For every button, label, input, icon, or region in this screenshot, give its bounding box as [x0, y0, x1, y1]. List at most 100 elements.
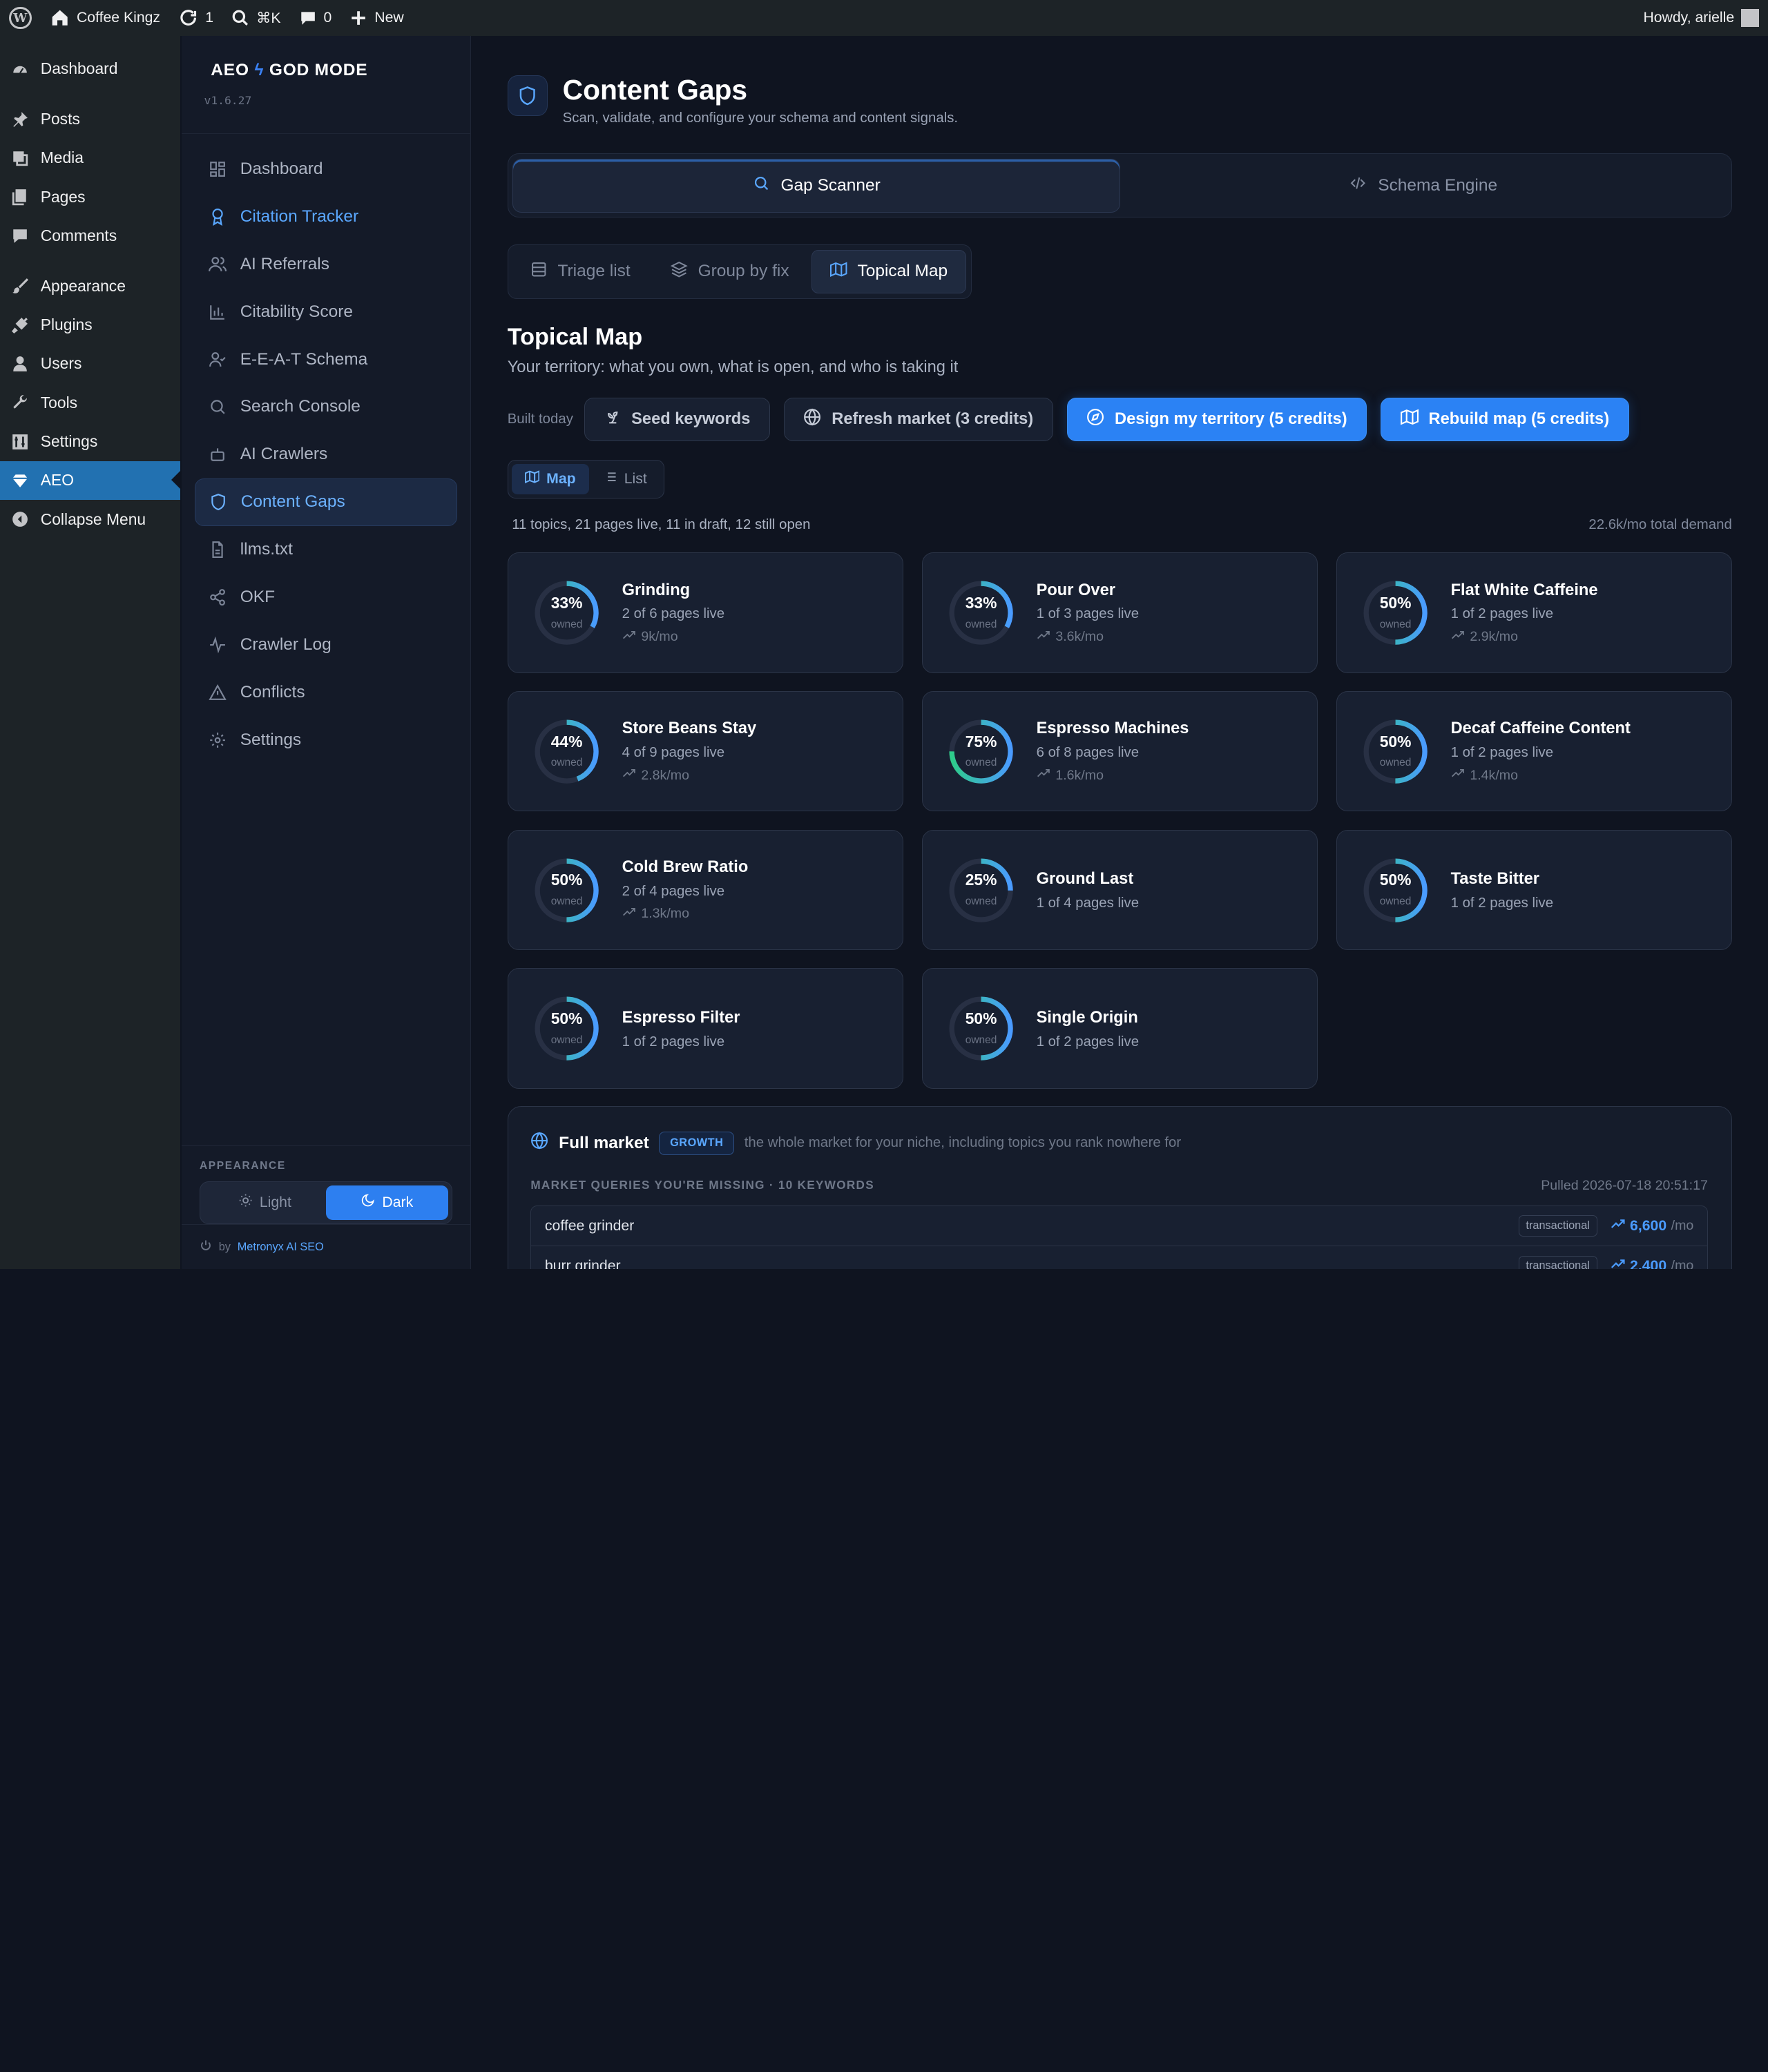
market-query-row[interactable]: burr grinder transactional 2,400 /mo — [530, 1246, 1708, 1270]
sun-icon — [238, 1193, 253, 1212]
comments-menu[interactable]: 0 — [290, 0, 341, 36]
owned-label: owned — [965, 1034, 997, 1047]
subtab-topical-map[interactable]: Topical Map — [811, 249, 967, 294]
trend-up-icon — [1037, 628, 1050, 646]
wp-logo-menu[interactable]: W — [0, 0, 41, 36]
refresh-market-button[interactable]: Refresh market (3 credits) — [783, 397, 1053, 442]
wp-menu-label: Settings — [40, 432, 98, 451]
owned-label: owned — [1379, 895, 1412, 908]
plugin-nav-conflicts[interactable]: Conflicts — [195, 668, 457, 716]
seed-keywords-button[interactable]: Seed keywords — [584, 397, 771, 442]
topic-card[interactable]: 50% owned Single Origin 1 of 2 pages live — [921, 968, 1318, 1090]
wp-menu-users[interactable]: Users — [0, 345, 180, 383]
total-demand: 22.6k/mo total demand — [1588, 517, 1732, 533]
page-title: Content Gaps — [562, 74, 748, 106]
topic-demand-value: 1.3k/mo — [641, 906, 689, 922]
metronyx-link[interactable]: Metronyx AI SEO — [238, 1241, 324, 1254]
wp-menu-media[interactable]: Media — [0, 139, 180, 177]
view-map-button[interactable]: Map — [511, 464, 590, 494]
plugin-nav-okf[interactable]: OKF — [195, 574, 457, 621]
topic-card[interactable]: 25% owned Ground Last 1 of 4 pages live — [921, 829, 1318, 951]
plugin-nav-content-gaps[interactable]: Content Gaps — [195, 478, 457, 526]
plugin-nav-crawler-log[interactable]: Crawler Log — [195, 621, 457, 668]
topic-card[interactable]: 50% owned Decaf Caffeine Content 1 of 2 pag… — [1336, 690, 1732, 812]
plugin-nav-dashboard[interactable]: Dashboard — [195, 146, 457, 193]
trend-up-icon — [622, 766, 636, 784]
topic-card[interactable]: 50% owned Taste Bitter 1 of 2 pages live — [1336, 829, 1732, 951]
tab-label: Gap Scanner — [780, 175, 881, 195]
pin-icon — [11, 110, 29, 128]
plug-icon — [11, 316, 29, 334]
owned-percent: 50% — [1379, 871, 1412, 889]
plugin-nav-citability-score[interactable]: Citability Score — [195, 288, 457, 336]
topic-name: Flat White Caffeine — [1450, 581, 1598, 599]
topic-card[interactable]: 33% owned Grinding 2 of 6 pages live 9k/mo — [507, 552, 903, 673]
gear-icon — [209, 731, 227, 749]
wordpress-icon: W — [9, 6, 32, 30]
map-list-toggle: Map List — [507, 460, 665, 498]
plugin-nav-eeat-schema[interactable]: E-E-A-T Schema — [195, 336, 457, 383]
topic-card[interactable]: 50% owned Espresso Filter 1 of 2 pages live — [507, 968, 903, 1090]
plugin-nav-settings[interactable]: Settings — [195, 716, 457, 764]
owned-percent: 50% — [1379, 593, 1412, 612]
dark-theme-button[interactable]: Dark — [325, 1185, 448, 1221]
ownership-ring-chart — [535, 581, 599, 645]
light-theme-button[interactable]: Light — [204, 1185, 326, 1220]
globe-icon — [803, 408, 821, 431]
brand-name-b: GOD MODE — [269, 61, 368, 80]
topic-card[interactable]: 50% owned Cold Brew Ratio 2 of 4 pages live… — [507, 829, 903, 951]
plugin-nav-citation-tracker[interactable]: Citation Tracker — [195, 193, 457, 240]
topic-card[interactable]: 33% owned Pour Over 1 of 3 pages live 3.6k/m… — [921, 552, 1318, 673]
button-label: Design my territory (5 credits) — [1115, 409, 1347, 428]
media-icon — [11, 149, 29, 167]
wp-menu-comments[interactable]: Comments — [0, 216, 180, 255]
account-menu[interactable]: Howdy, arielle — [1634, 0, 1768, 36]
plugin-nav-label: OKF — [240, 588, 276, 607]
wp-menu-posts[interactable]: Posts — [0, 99, 180, 138]
wp-menu-pages[interactable]: Pages — [0, 177, 180, 216]
site-name-menu[interactable]: Coffee Kingz — [41, 0, 169, 36]
topic-demand-value: 9k/mo — [641, 628, 678, 644]
wp-menu-aeo[interactable]: AEO — [0, 461, 181, 501]
view-list-button[interactable]: List — [589, 464, 660, 494]
plugin-nav-label: AI Crawlers — [240, 445, 328, 464]
wp-menu-settings[interactable]: Settings — [0, 422, 180, 461]
full-market-panel: Full market GROWTH the whole market for … — [507, 1105, 1732, 1270]
tab-schema-engine[interactable]: Schema Engine — [1120, 159, 1727, 213]
footer-by: by — [218, 1240, 231, 1253]
plugin-nav-ai-referrals[interactable]: AI Referrals — [195, 240, 457, 288]
wp-menu-collapse[interactable]: Collapse Menu — [0, 500, 180, 539]
collapse-icon — [11, 510, 29, 528]
owned-percent: 50% — [550, 1009, 583, 1028]
plugin-nav-llms-txt[interactable]: llms.txt — [195, 526, 457, 574]
activity-icon — [209, 636, 227, 654]
search-menu[interactable]: ⌘K — [222, 0, 289, 36]
plugin-nav-ai-crawlers[interactable]: AI Crawlers — [195, 431, 457, 478]
plugin-nav-label: Dashboard — [240, 159, 323, 179]
wp-menu-plugins[interactable]: Plugins — [0, 305, 180, 344]
rebuild-map-button[interactable]: Rebuild map (5 credits) — [1380, 397, 1629, 442]
plugin-nav-search-console[interactable]: Search Console — [195, 383, 457, 431]
design-territory-button[interactable]: Design my territory (5 credits) — [1066, 397, 1367, 442]
market-query-row[interactable]: coffee grinder transactional 6,600 /mo — [530, 1206, 1708, 1247]
wp-menu-dashboard[interactable]: Dashboard — [0, 50, 180, 88]
wp-menu-tools[interactable]: Tools — [0, 383, 180, 422]
new-content-menu[interactable]: New — [340, 0, 412, 36]
tab-gap-scanner[interactable]: Gap Scanner — [512, 158, 1121, 213]
ownership-ring-chart — [535, 719, 599, 784]
button-label: Rebuild map (5 credits) — [1428, 409, 1610, 428]
topic-name: Grinding — [622, 581, 691, 599]
topic-card[interactable]: 75% owned Espresso Machines 6 of 8 pages li… — [921, 690, 1318, 812]
plugin-nav-label: AI Referrals — [240, 254, 329, 273]
comment-icon — [300, 12, 315, 25]
subtab-group-by-fix[interactable]: Group by fix — [653, 250, 807, 293]
subtab-triage-list[interactable]: Triage list — [512, 250, 648, 293]
owned-percent: 25% — [965, 871, 997, 889]
updates-menu[interactable]: 1 — [169, 0, 222, 36]
wp-menu-appearance[interactable]: Appearance — [0, 267, 180, 305]
topic-name: Store Beans Stay — [622, 719, 757, 738]
ownership-ring-chart — [949, 858, 1013, 922]
wp-menu-label: Plugins — [40, 316, 93, 334]
topic-card[interactable]: 44% owned Store Beans Stay 4 of 9 pages liv… — [507, 690, 903, 812]
topic-card[interactable]: 50% owned Flat White Caffeine 1 of 2 pages … — [1336, 552, 1732, 673]
